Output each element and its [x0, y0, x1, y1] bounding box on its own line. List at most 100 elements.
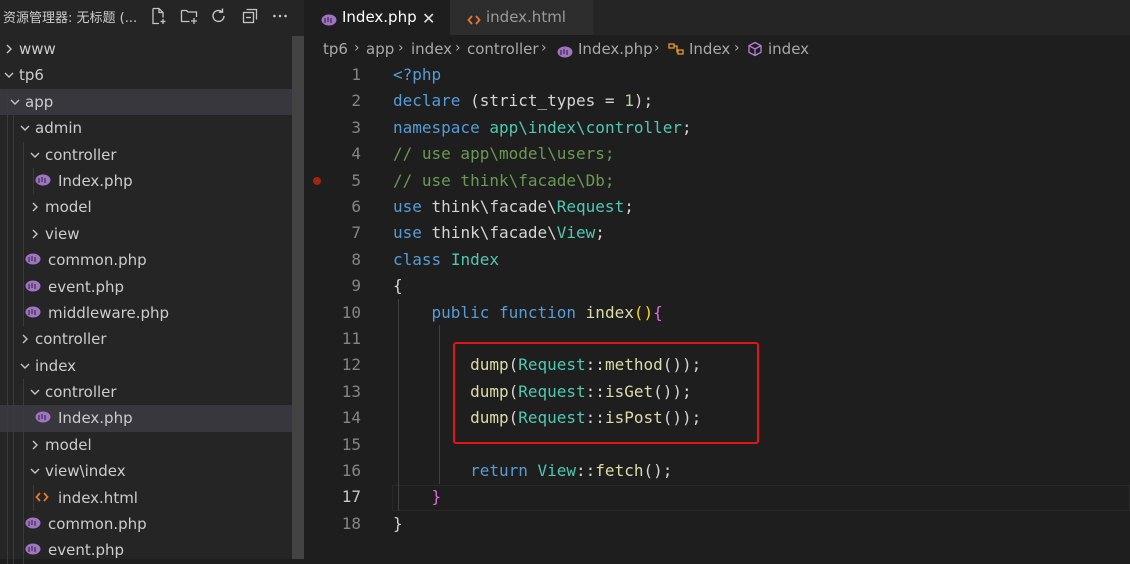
breadcrumb-item[interactable]: controller: [467, 40, 539, 58]
breadcrumb: tp6 › app › index › controller › Index.p…: [304, 35, 1130, 63]
breadcrumb-item[interactable]: app: [366, 40, 394, 58]
tree-item[interactable]: view\index: [0, 458, 304, 485]
chevron-right-icon[interactable]: [3, 43, 15, 55]
code-line[interactable]: return View::fetch();: [393, 458, 672, 484]
tree-item[interactable]: app: [0, 88, 304, 116]
code-editor[interactable]: 1 <?php 2 declare (strict_types = 1); 3 names…: [304, 62, 1130, 559]
tree-item-label: index: [35, 356, 77, 375]
code-line[interactable]: // use think\facade\Db;: [393, 168, 615, 194]
tree-item[interactable]: Index.php: [0, 405, 304, 432]
tab-bar: Index.php ✕ index.html: [304, 0, 1130, 35]
class-icon: [667, 41, 685, 61]
new-folder-icon[interactable]: [174, 4, 205, 28]
breadcrumb-item[interactable]: Index: [689, 40, 730, 58]
indent-guide: [7, 326, 8, 353]
chevron-right-icon: ›: [654, 40, 660, 56]
line-number: 8: [351, 249, 361, 269]
tab-label: Index.php: [342, 8, 417, 26]
tree-item-label: app: [25, 92, 54, 111]
tree-item[interactable]: tp6: [0, 62, 304, 88]
indent-guide: [23, 273, 24, 300]
breadcrumb-item[interactable]: tp6: [323, 40, 348, 58]
explorer-scrollbar[interactable]: [292, 36, 304, 559]
indent-guide: [13, 379, 14, 406]
chevron-down-icon[interactable]: [9, 96, 21, 108]
tree-item[interactable]: common.php: [0, 247, 304, 274]
tree-item-label: common.php: [48, 251, 147, 270]
line-number: 1: [351, 65, 361, 84]
tree-item[interactable]: Index.php: [0, 167, 304, 195]
chevron-right-icon[interactable]: [29, 201, 41, 213]
code-line[interactable]: }: [393, 511, 403, 537]
code-line[interactable]: use think\facade\Request;: [393, 194, 634, 220]
tree-item[interactable]: controller: [0, 326, 304, 353]
new-file-icon[interactable]: [143, 4, 174, 28]
tree-item[interactable]: model: [0, 194, 304, 221]
breadcrumb-item[interactable]: index: [411, 40, 452, 58]
tree-item-label: middleware.php: [48, 303, 170, 322]
indent-guide: [13, 458, 14, 485]
tree-item[interactable]: event.php: [0, 537, 304, 564]
tree-item[interactable]: event.php: [0, 273, 304, 300]
line-number: 12: [341, 355, 361, 375]
tree-item-label: common.php: [48, 515, 147, 534]
chevron-down-icon[interactable]: [19, 360, 31, 372]
chevron-down-icon[interactable]: [29, 149, 41, 161]
tree-item-label: admin: [35, 119, 82, 138]
tree-item[interactable]: www: [0, 36, 304, 62]
tree-item[interactable]: admin: [0, 115, 304, 142]
indent-guide: [13, 484, 14, 512]
tree-item[interactable]: controller: [0, 379, 304, 406]
tree-item[interactable]: middleware.php: [0, 299, 304, 327]
breakpoint-icon[interactable]: [313, 176, 321, 185]
indent-guide: [23, 141, 24, 168]
tree-item[interactable]: model: [0, 431, 304, 459]
code-line[interactable]: public function index(){: [393, 300, 663, 326]
collapse-all-icon[interactable]: [235, 4, 266, 28]
code-line[interactable]: use think\facade\View;: [393, 220, 605, 246]
code-line[interactable]: {: [393, 273, 403, 299]
close-icon[interactable]: ✕: [422, 9, 435, 28]
code-line[interactable]: }: [393, 484, 442, 510]
code-line[interactable]: class Index: [393, 247, 499, 273]
tab-index-html[interactable]: index.html: [450, 0, 593, 35]
code-line[interactable]: <?php: [393, 62, 441, 88]
chevron-right-icon: ›: [398, 40, 404, 56]
tree-item[interactable]: controller: [0, 141, 304, 168]
indent-guide: [7, 88, 8, 116]
php-icon: [35, 174, 51, 188]
tab-index-php[interactable]: Index.php ✕: [304, 0, 450, 35]
line-number: 11: [341, 329, 361, 348]
chevron-right-icon: ›: [455, 40, 461, 56]
tree-item-label: controller: [45, 145, 117, 164]
code-line[interactable]: declare (strict_types = 1);: [393, 88, 653, 114]
chevron-right-icon[interactable]: [29, 439, 41, 451]
php-icon: [25, 253, 41, 267]
chevron-right-icon[interactable]: [19, 333, 31, 345]
chevron-down-icon[interactable]: [29, 465, 41, 477]
breadcrumb-item[interactable]: Index.php: [578, 40, 653, 58]
code-line[interactable]: // use app\model\users;: [393, 141, 615, 167]
code-line[interactable]: namespace app\index\controller;: [393, 115, 692, 141]
chevron-down-icon[interactable]: [3, 69, 15, 81]
refresh-icon[interactable]: [204, 4, 235, 28]
chevron-down-icon[interactable]: [19, 122, 31, 134]
line-number: 18: [341, 513, 361, 533]
indent-guide: [13, 352, 14, 380]
line-number: 2: [351, 91, 361, 111]
php-icon: [25, 306, 41, 320]
code-line[interactable]: dump(Request::method());: [393, 352, 701, 378]
chevron-down-icon[interactable]: [29, 386, 41, 398]
indent-guide: [7, 537, 8, 564]
tree-item[interactable]: view: [0, 220, 304, 248]
breadcrumb-item[interactable]: index: [768, 40, 809, 58]
tree-item[interactable]: common.php: [0, 511, 304, 538]
chevron-right-icon[interactable]: [29, 228, 41, 240]
more-icon[interactable]: [265, 4, 296, 28]
code-line[interactable]: dump(Request::isPost());: [393, 405, 701, 431]
tree-item-label: www: [19, 40, 56, 58]
tree-item[interactable]: index: [0, 352, 304, 380]
code-line[interactable]: dump(Request::isGet());: [393, 379, 692, 405]
tree-item[interactable]: index.html: [0, 484, 304, 512]
indent-guide: [7, 458, 8, 485]
